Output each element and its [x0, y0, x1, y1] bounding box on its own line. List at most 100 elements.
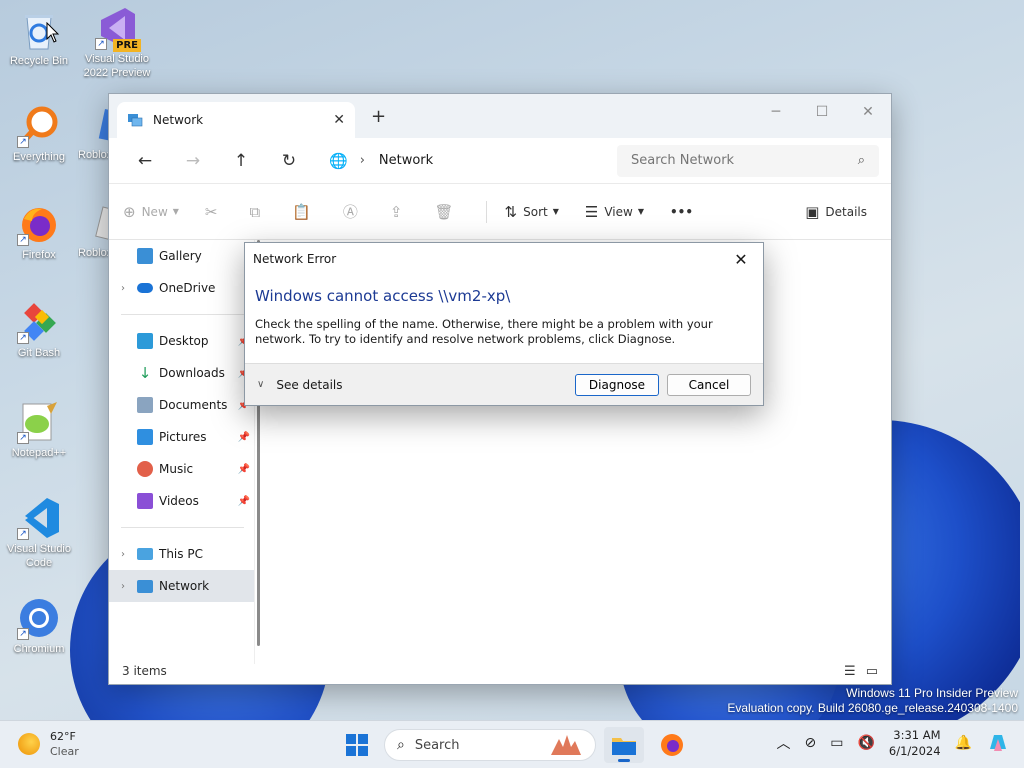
dialog-heading: Windows cannot access \\vm2-xp\: [255, 287, 511, 305]
firefox-taskbar-button[interactable]: [652, 727, 692, 763]
more-options-button[interactable]: •••: [670, 205, 693, 219]
file-explorer-taskbar-button[interactable]: [604, 727, 644, 763]
details-view-icon[interactable]: ☰: [844, 664, 856, 679]
desktop-icon-roblox[interactable]: Roblox: [78, 104, 108, 162]
dialog-close-icon[interactable]: ✕: [727, 250, 755, 269]
taskbar-search[interactable]: ⌕ Search: [384, 729, 596, 761]
chromium-icon: ↗: [17, 596, 61, 640]
copy-button[interactable]: ⧉: [250, 203, 267, 221]
sidebar-item-onedrive[interactable]: › OneDrive: [109, 272, 254, 304]
window-controls: ─ ☐ ✕: [753, 98, 891, 126]
minimize-button[interactable]: ─: [753, 98, 799, 126]
maximize-button[interactable]: ☐: [799, 98, 845, 126]
sidebar-item-gallery[interactable]: Gallery: [109, 240, 254, 272]
copy-icon: ⧉: [249, 202, 261, 221]
view-list-icon: ☰: [584, 202, 599, 221]
desktop-icon-visual-studio-code[interactable]: ↗ Visual Studio Code: [0, 496, 78, 570]
diagnose-button[interactable]: Diagnose: [575, 373, 659, 396]
sidebar-item-downloads[interactable]: ↓ Downloads 📌: [109, 357, 254, 389]
desktop-icon-chromium[interactable]: ↗ Chromium: [0, 596, 78, 656]
firefox-icon: ↗: [17, 202, 61, 246]
tiles-view-icon[interactable]: ▭: [866, 664, 878, 679]
globe-icon: 🌐: [329, 151, 348, 170]
new-label: New: [141, 204, 168, 219]
clock[interactable]: 3:31 AM 6/1/2024: [889, 727, 941, 759]
start-button[interactable]: [340, 728, 374, 762]
share-button[interactable]: ⇪: [390, 203, 409, 221]
desktop-icon-git-bash[interactable]: ↗ Git Bash: [0, 300, 78, 360]
search-input[interactable]: [631, 153, 858, 168]
delete-button[interactable]: 🗑: [435, 203, 460, 221]
sidebar-item-this-pc[interactable]: › This PC: [109, 538, 254, 570]
shortcut-arrow-icon: ↗: [17, 528, 29, 540]
breadcrumb-network[interactable]: Network: [379, 153, 433, 168]
back-button[interactable]: ←: [121, 151, 169, 171]
pin-icon: 📌: [237, 431, 250, 443]
up-button[interactable]: ↑: [217, 151, 265, 171]
desktop-icon-roblox-studio[interactable]: Roblox: [78, 202, 108, 260]
sidebar-item-pictures[interactable]: Pictures 📌: [109, 421, 254, 453]
tab-label: Network: [153, 113, 204, 127]
dialog-message: Check the spelling of the name. Otherwis…: [255, 317, 713, 346]
mouse-cursor-icon: [46, 22, 60, 43]
copilot-icon[interactable]: [986, 731, 1010, 755]
details-pane-button[interactable]: ▣ Details: [805, 203, 867, 221]
view-button[interactable]: ☰ View ▼: [585, 203, 644, 221]
network-status-icon[interactable]: ⊘: [805, 735, 817, 751]
sidebar-item-desktop[interactable]: Desktop 📌: [109, 325, 254, 357]
close-window-button[interactable]: ✕: [845, 98, 891, 126]
network-error-dialog: Network Error ✕ Windows cannot access \\…: [244, 242, 764, 406]
pin-icon: 📌: [237, 463, 250, 475]
desktop-icon-label: Recycle Bin: [9, 55, 69, 67]
chevron-down-icon: ▼: [637, 207, 644, 216]
taskbar-center: ⌕ Search: [340, 727, 692, 763]
sidebar-item-network[interactable]: › Network: [109, 570, 254, 602]
videos-icon: [137, 493, 153, 509]
sidebar-item-videos[interactable]: Videos 📌: [109, 485, 254, 517]
forward-button[interactable]: →: [169, 151, 217, 171]
sidebar-item-label: Music: [159, 462, 194, 476]
new-button[interactable]: ⊕ New ▼: [123, 203, 179, 221]
desktop-folder-icon: [137, 333, 153, 349]
sort-button[interactable]: ⇅ Sort ▼: [505, 203, 559, 221]
breadcrumb-chevron-icon[interactable]: ›: [360, 153, 365, 168]
sidebar-divider: [121, 314, 244, 315]
cut-button[interactable]: ✂: [205, 203, 224, 221]
close-tab-icon[interactable]: ✕: [333, 112, 345, 128]
cancel-button[interactable]: Cancel: [667, 373, 751, 396]
firefox-icon: [661, 734, 683, 756]
folder-icon: [612, 738, 636, 755]
desktop-icon-recycle-bin[interactable]: Recycle Bin: [0, 8, 78, 68]
dialog-title: Network Error: [253, 252, 337, 266]
sidebar-item-music[interactable]: Music 📌: [109, 453, 254, 485]
expand-chevron-icon[interactable]: ›: [109, 581, 137, 592]
roblox-icon: [78, 104, 108, 148]
sidebar-item-documents[interactable]: Documents 📌: [109, 389, 254, 421]
git-bash-icon: ↗: [17, 300, 61, 344]
paste-button[interactable]: 📋: [292, 203, 317, 221]
music-icon: [137, 461, 153, 477]
address-bar[interactable]: 🌐 › Network: [319, 145, 607, 177]
moon-weather-icon: [18, 733, 40, 755]
visual-studio-icon: PRE ↗: [95, 6, 141, 52]
new-tab-button[interactable]: +: [371, 106, 386, 127]
display-icon[interactable]: ▭: [830, 735, 843, 751]
computer-icon: [137, 548, 153, 560]
desktop-icon-visual-studio-2022-preview[interactable]: PRE ↗ Visual Studio 2022 Preview: [78, 6, 156, 80]
volume-icon[interactable]: 🔇: [857, 735, 874, 751]
refresh-button[interactable]: ↻: [265, 151, 313, 171]
tab-network[interactable]: Network ✕: [117, 102, 355, 138]
desktop-icon-label: Visual Studio 2022 Preview: [83, 53, 151, 79]
desktop-icon-notepad-plus-plus[interactable]: ↗ Notepad++: [0, 400, 78, 460]
expand-chevron-icon[interactable]: ›: [109, 283, 137, 294]
desktop-icon-firefox[interactable]: ↗ Firefox: [0, 202, 78, 262]
chevron-up-icon[interactable]: ︿: [777, 733, 791, 753]
expand-chevron-icon[interactable]: ›: [109, 549, 137, 560]
see-details-toggle[interactable]: ∨ See details: [257, 378, 343, 392]
notification-bell-icon[interactable]: 🔔: [955, 735, 972, 751]
search-box[interactable]: ⌕: [617, 144, 879, 177]
rename-button[interactable]: Ⓐ: [343, 201, 364, 222]
weather-widget[interactable]: 62°F Clear: [18, 729, 79, 759]
clipboard-icon: 📋: [292, 202, 311, 221]
desktop-icon-everything[interactable]: ↗ Everything: [0, 104, 78, 164]
